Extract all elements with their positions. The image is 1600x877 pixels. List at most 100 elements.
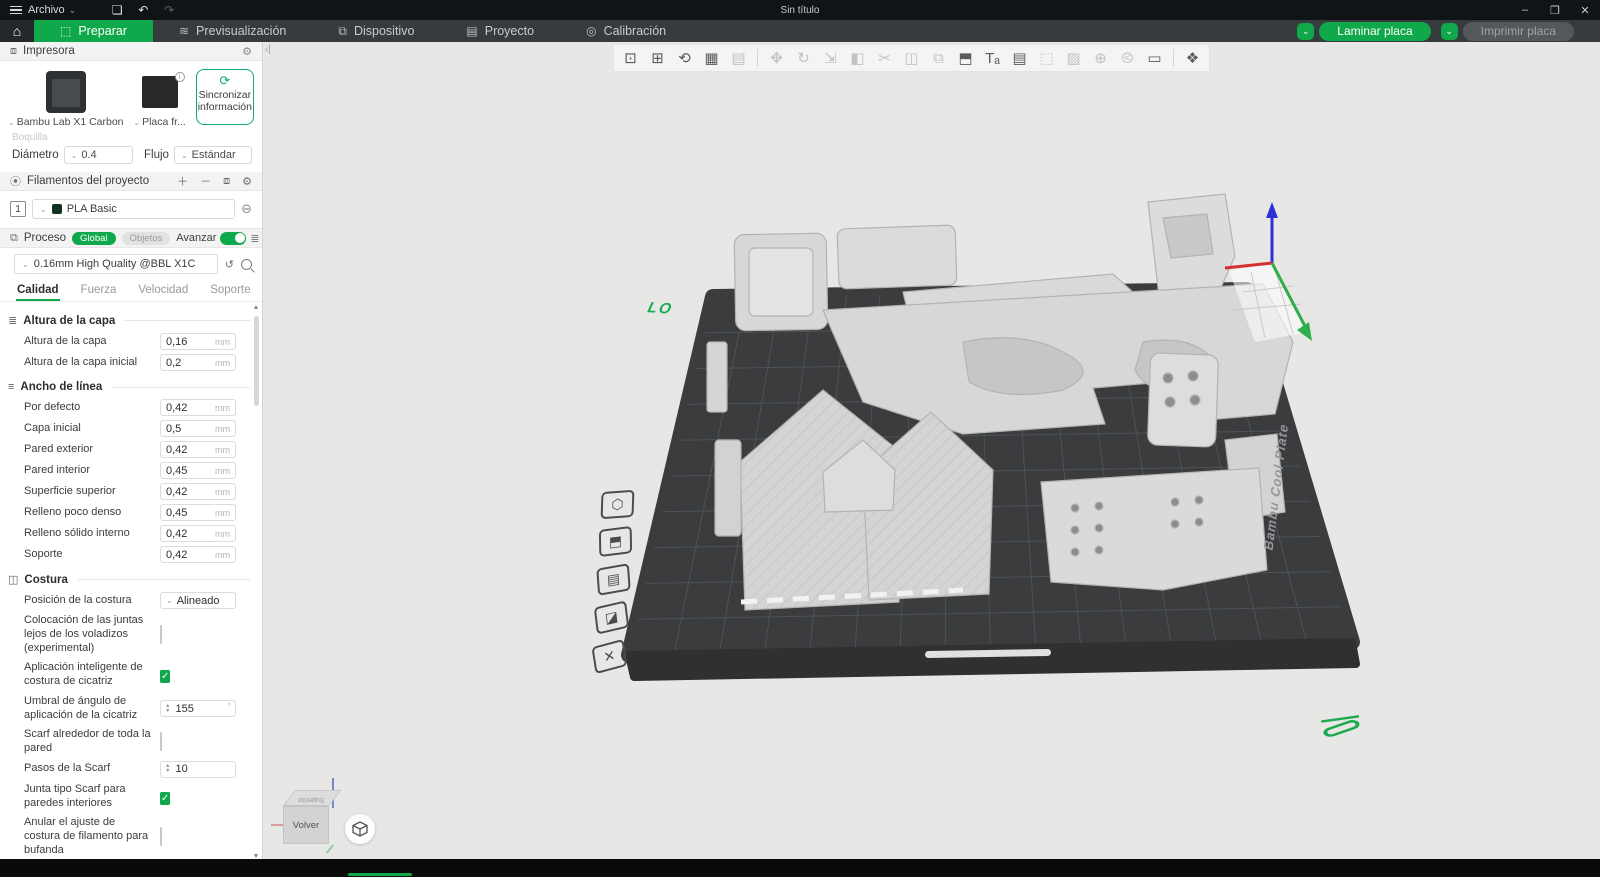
- plate-type-name[interactable]: Placa fr...: [142, 116, 186, 128]
- setting-input[interactable]: 0,42 mm: [160, 441, 236, 458]
- setting-label: Posición de la costura: [24, 593, 132, 606]
- setting-checkbox[interactable]: ✓: [160, 791, 171, 805]
- minimize-button[interactable]: –: [1510, 0, 1540, 20]
- setting-input[interactable]: 0,42 mm: [160, 525, 236, 542]
- process-tab-velocidad[interactable]: Velocidad: [127, 279, 199, 301]
- home-button[interactable]: ⌂: [0, 20, 34, 42]
- tab-preparar[interactable]: ⬚ Preparar: [34, 20, 153, 42]
- setting-checkbox[interactable]: [160, 826, 162, 846]
- flow-select[interactable]: ⌄ Estándar: [173, 146, 252, 164]
- filaments-section-header: ⦿ Filamentos del proyecto ＋ － ⧈ ⚙: [0, 172, 262, 191]
- preset-reset-icon[interactable]: ↺: [225, 258, 234, 271]
- printer-selector[interactable]: ⌄ Bambu Lab X1 Carbon: [8, 69, 124, 128]
- print-plate-button[interactable]: Imprimir placa: [1462, 21, 1574, 41]
- scrollbar-thumb[interactable]: [254, 316, 259, 406]
- setting-row: Soporte 0,42 mm: [0, 544, 262, 565]
- diameter-select[interactable]: ⌄ 0.4: [63, 146, 134, 164]
- nav-x-axis: [271, 824, 283, 826]
- layer-height-icon: ≣: [8, 315, 18, 327]
- setting-row: Capa inicial 0,5 mm: [0, 418, 262, 439]
- filament-settings-gear-icon[interactable]: ⚙: [242, 175, 252, 188]
- setting-checkbox[interactable]: [160, 624, 162, 644]
- plate-lock-button[interactable]: ⬒: [598, 525, 633, 558]
- setting-label: Anular el ajuste de costura de filamento…: [24, 816, 149, 856]
- titlebar: Archivo ⌄ ❏ ↶ ↷ Sin título – ❐ ✕: [0, 0, 1600, 20]
- file-menu-chevron-icon[interactable]: ⌄: [69, 5, 77, 16]
- plate-info-icon[interactable]: i: [174, 72, 185, 82]
- setting-label: Pared interior: [24, 463, 91, 476]
- plate-delete-icon: ✕: [602, 646, 617, 666]
- setting-input[interactable]: 0,16 mm: [160, 333, 236, 350]
- setting-input[interactable]: 0,2 mm: [160, 354, 236, 371]
- printer-thumbnail: [45, 71, 86, 113]
- tab-calibración[interactable]: ◎ Calibración: [560, 20, 692, 42]
- filament-select[interactable]: ⌄ PLA Basic: [32, 199, 236, 219]
- setting-select[interactable]: ⌄ Alineado: [160, 592, 236, 609]
- slice-split-button: ⌄ Laminar placa: [1297, 21, 1431, 41]
- setting-input[interactable]: 0,42 mm: [160, 546, 236, 563]
- setting-input[interactable]: 0,45 mm: [160, 462, 236, 479]
- tab-previsualización[interactable]: ≋ Previsualización: [153, 20, 312, 42]
- plate-settings-button[interactable]: ⬡: [600, 489, 635, 520]
- process-preset-select[interactable]: ⌄ 0.16mm High Quality @BBL X1C: [14, 254, 218, 274]
- settings-scrollbar[interactable]: ▲ ▼: [251, 304, 261, 860]
- tab-proyecto[interactable]: ▤ Proyecto: [440, 20, 560, 42]
- hamburger-menu-icon[interactable]: [10, 5, 22, 15]
- nav-cube-top-face[interactable]: Superior: [282, 790, 342, 806]
- setting-row: Aplicación inteligente de costura de cic…: [0, 658, 262, 692]
- search-icon[interactable]: [241, 258, 252, 270]
- process-tab-calidad[interactable]: Calidad: [6, 279, 70, 301]
- 3d-viewport[interactable]: ‹| ⊡ ⊞ ⟲ ▦ ▤ ✥ ↻ ⇲ ◧ ✂ ◫ ⧉ ⬒ Tₐ ▤ ⬚ ▨ ⊕ ⧀ ▭ ❖: [263, 42, 1600, 859]
- setting-label: Capa inicial: [24, 421, 81, 434]
- plate-type-selector[interactable]: i ⌄ Placa fr...: [130, 69, 190, 128]
- process-icon: ⧉: [10, 231, 18, 244]
- plate-edit-pencil-icon[interactable]: [1321, 715, 1361, 737]
- setting-checkbox[interactable]: [160, 732, 162, 751]
- line-width-icon: ≡: [8, 381, 15, 393]
- plate-arrange-icon: ▤: [606, 569, 621, 589]
- setting-label: Scarf alrededor de toda la pared: [24, 728, 151, 754]
- new-file-icon[interactable]: ❏: [104, 3, 130, 17]
- maximize-button[interactable]: ❐: [1540, 0, 1570, 20]
- printer-settings-gear-icon[interactable]: ⚙: [242, 45, 252, 58]
- scope-global-pill[interactable]: Global: [72, 231, 116, 245]
- redo-icon[interactable]: ↷: [156, 3, 182, 17]
- setting-input[interactable]: 0,42 mm: [160, 399, 236, 416]
- setting-row: Por defecto 0,42 mm: [0, 397, 262, 418]
- process-tab-soporte[interactable]: Soporte: [199, 279, 261, 301]
- scope-objects-pill[interactable]: Objetos: [121, 231, 171, 245]
- sync-info-button[interactable]: ⟳ Sincronizar información: [195, 69, 254, 125]
- plate-orient-icon: ◪: [604, 607, 619, 627]
- remove-filament-icon[interactable]: －: [200, 173, 211, 189]
- setting-row: Relleno sólido interno 0,42 mm: [0, 523, 262, 544]
- slice-plate-button[interactable]: Laminar placa: [1319, 21, 1431, 41]
- ams-icon[interactable]: ⧈: [223, 175, 230, 188]
- build-plate-scene[interactable]: [263, 42, 1600, 859]
- setting-checkbox[interactable]: ✓: [160, 670, 171, 683]
- printer-name[interactable]: Bambu Lab X1 Carbon: [17, 116, 124, 128]
- file-menu[interactable]: Archivo: [28, 4, 65, 16]
- tab-dispositivo[interactable]: ⧉ Dispositivo: [312, 20, 440, 42]
- advanced-toggle[interactable]: [220, 231, 247, 245]
- setting-input[interactable]: 0,42 mm: [160, 483, 236, 500]
- setting-spinner[interactable]: ▲ ▼ 10: [160, 760, 236, 778]
- isometric-view-button[interactable]: [345, 814, 375, 844]
- add-filament-icon[interactable]: ＋: [177, 173, 188, 189]
- setting-row: Junta tipo Scarf para paredes interiores…: [0, 780, 262, 814]
- close-button[interactable]: ✕: [1570, 0, 1600, 20]
- setting-label: Umbral de ángulo de aplicación de la cic…: [24, 694, 138, 721]
- scroll-up-icon[interactable]: ▲: [251, 304, 261, 311]
- slice-dropdown-icon[interactable]: ⌄: [1297, 22, 1315, 40]
- nav-cube-front-face[interactable]: Volver: [283, 806, 329, 844]
- printer-icon: ⧈: [10, 44, 17, 57]
- objects-list-icon[interactable]: ≣: [250, 232, 259, 245]
- plate-arrange-button[interactable]: ▤: [596, 563, 631, 596]
- filament-remove-circle-icon[interactable]: ⊖: [241, 201, 252, 217]
- process-tab-fuerza[interactable]: Fuerza: [70, 279, 128, 301]
- setting-input[interactable]: 0,5 mm: [160, 420, 236, 437]
- setting-input[interactable]: 0,45 mm: [160, 504, 236, 521]
- print-dropdown-icon[interactable]: ⌄: [1440, 22, 1458, 40]
- setting-label: Relleno sólido interno: [24, 526, 130, 539]
- setting-spinner[interactable]: ▲ ▼ 155 °: [160, 700, 236, 717]
- undo-icon[interactable]: ↶: [130, 3, 156, 17]
